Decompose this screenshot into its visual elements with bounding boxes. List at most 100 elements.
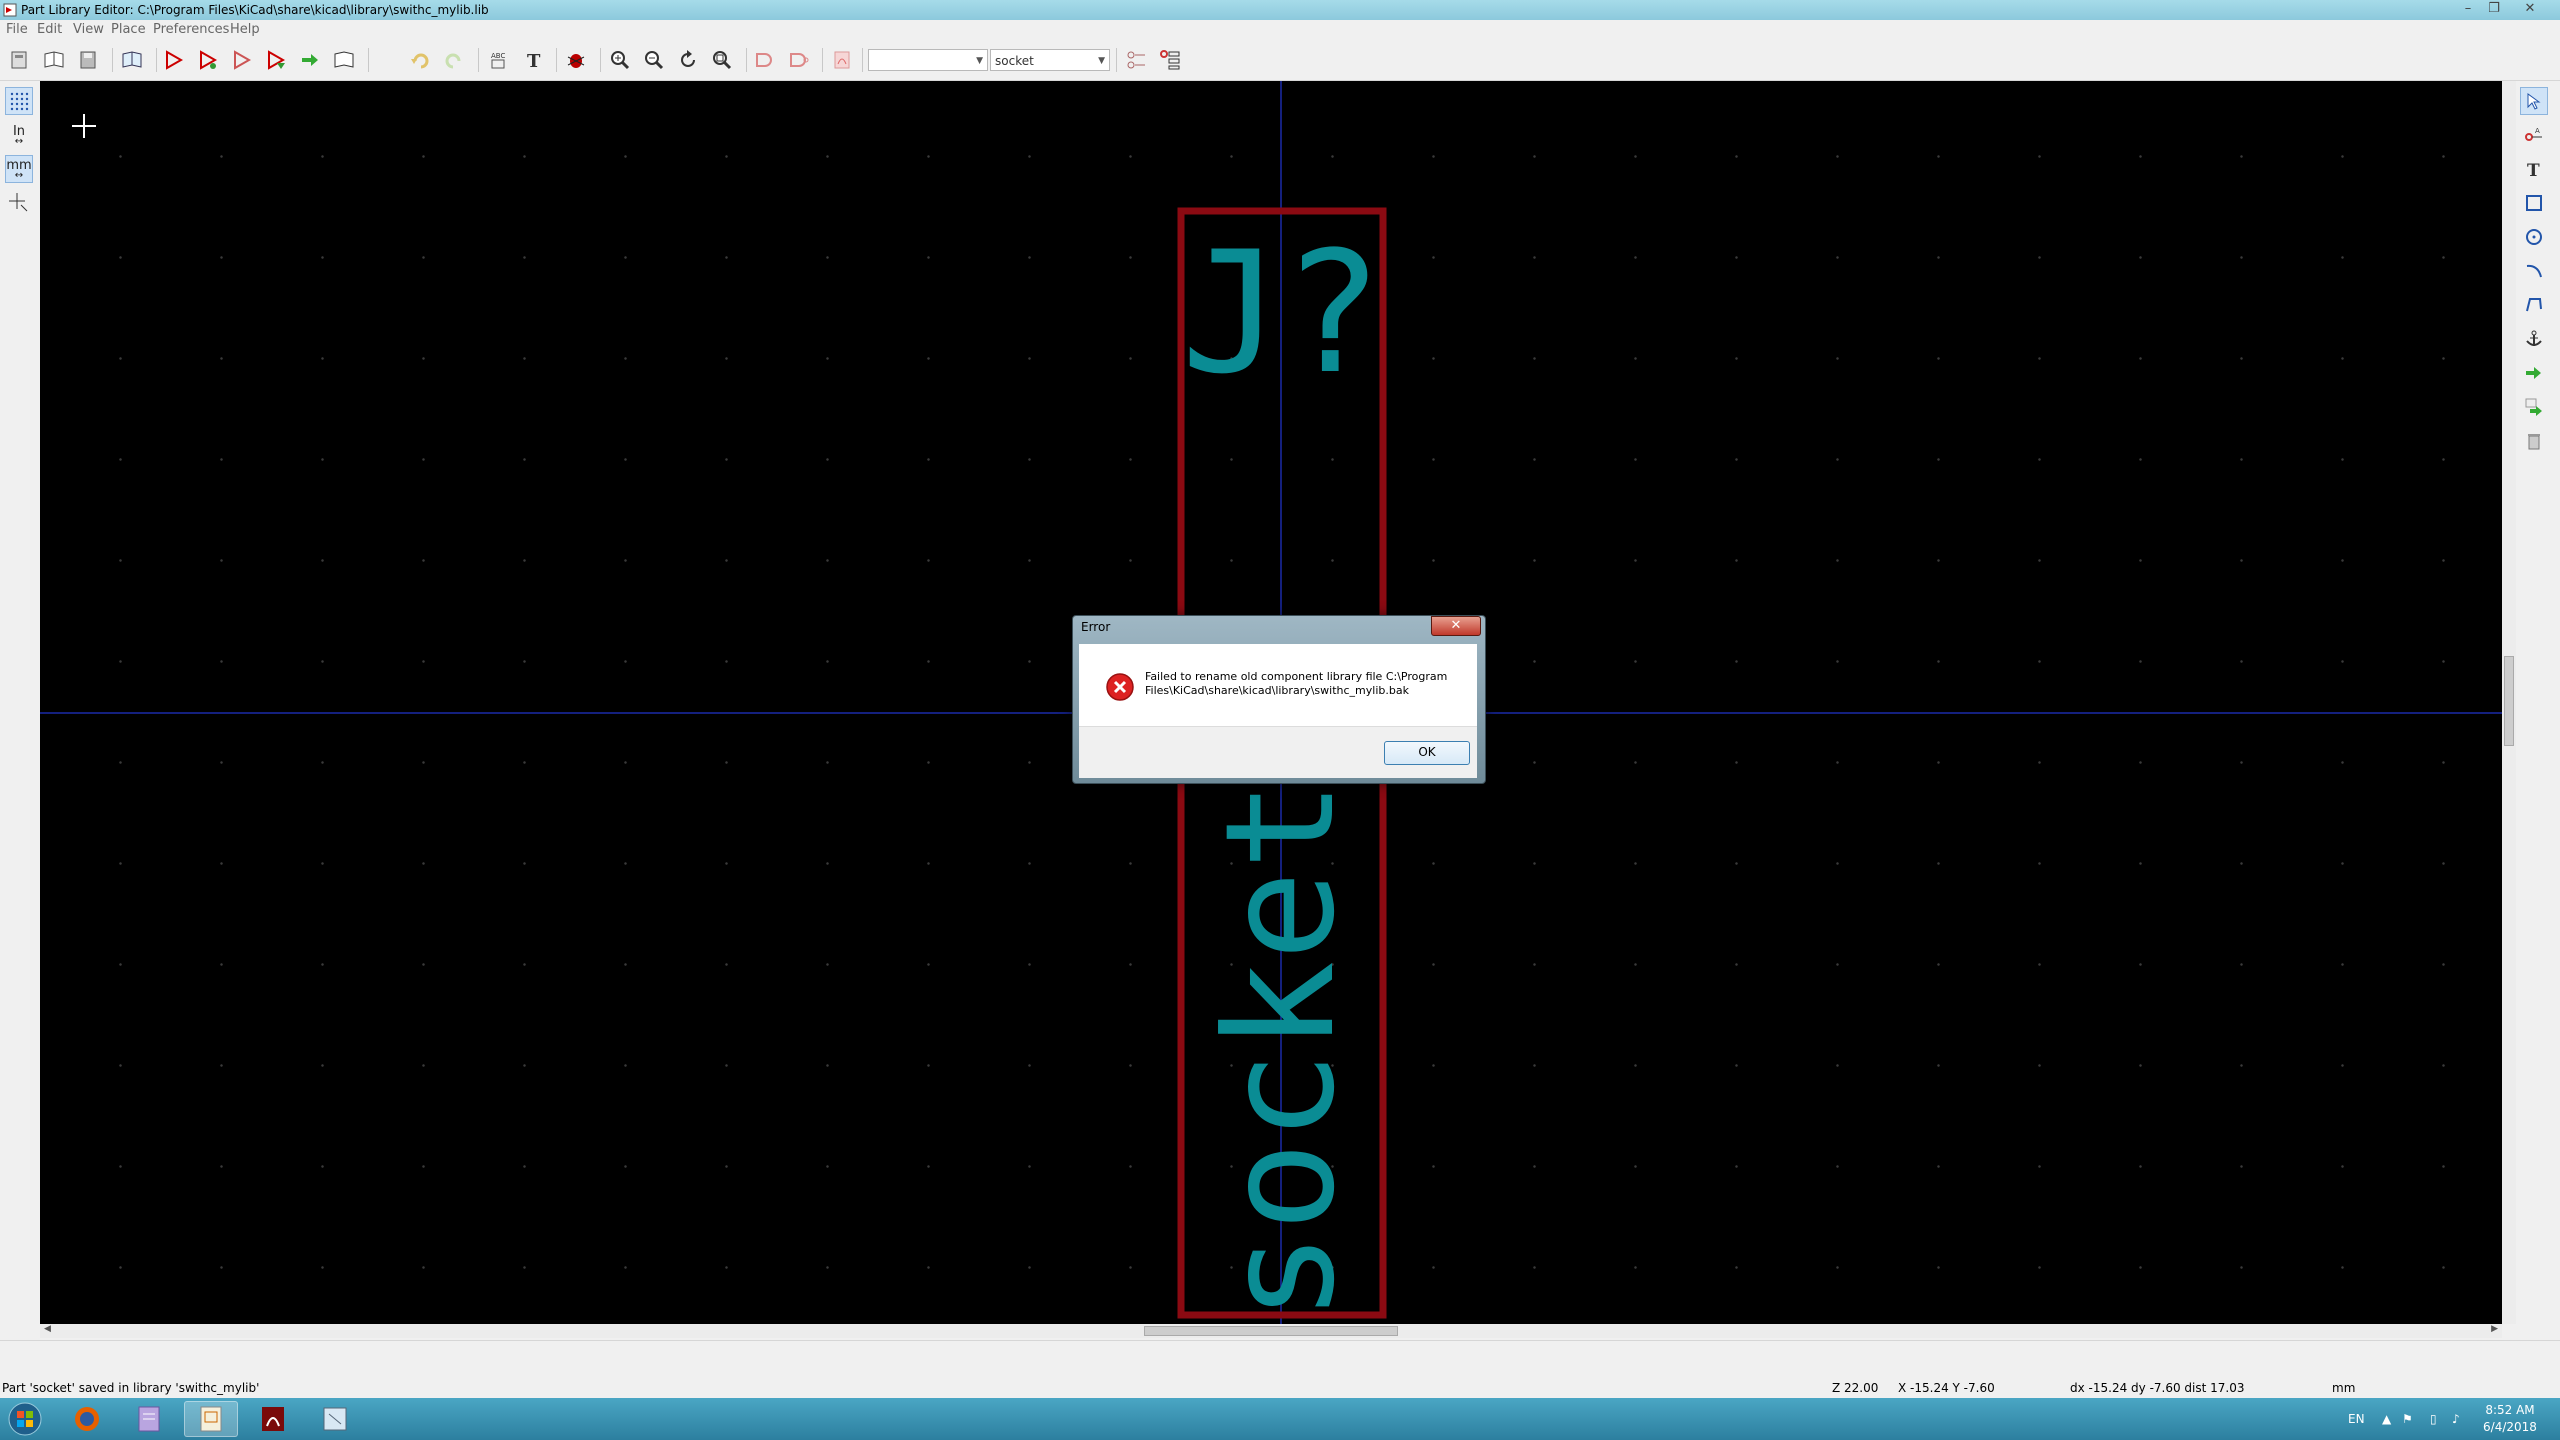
book-icon <box>44 51 64 68</box>
pin-table-button[interactable] <box>1122 46 1150 74</box>
add-arc-button[interactable] <box>2520 257 2548 285</box>
status-xy: X -15.24 Y -7.60 <box>1898 1381 1995 1395</box>
restore-button[interactable]: ❐ <box>2482 0 2506 18</box>
text-icon: T <box>2527 161 2540 179</box>
units-mm-button[interactable]: mm ↔ <box>5 155 33 183</box>
load-component-icon <box>200 50 218 70</box>
part-alias-value: socket <box>995 54 1034 68</box>
import-graphic-button[interactable] <box>2520 359 2548 387</box>
erc-button[interactable] <box>562 46 590 74</box>
menu-place[interactable]: Place <box>111 20 146 40</box>
zoom-in-icon <box>611 51 630 70</box>
export-graphic-button[interactable] <box>2520 393 2548 421</box>
redo-icon <box>445 53 461 69</box>
save-library-button[interactable] <box>74 46 102 74</box>
close-button[interactable]: ✕ <box>2508 0 2552 18</box>
import-arrow-icon <box>2526 367 2541 379</box>
select-tool-button[interactable] <box>2520 87 2548 115</box>
add-rectangle-button[interactable] <box>2520 189 2548 217</box>
dialog-message: Failed to rename old component library f… <box>1145 670 1465 698</box>
action-center-icon[interactable]: ⚑ <box>2402 1398 2413 1440</box>
circle-icon <box>2526 229 2542 245</box>
save-part-button[interactable] <box>296 46 324 74</box>
unit-select[interactable]: ▼ <box>868 49 988 71</box>
start-button[interactable] <box>0 1401 50 1437</box>
deMorgan-normal-button[interactable] <box>750 46 778 74</box>
zoom-in-button[interactable] <box>606 46 634 74</box>
cursor-shape-button[interactable] <box>5 189 33 217</box>
anchor-button[interactable] <box>2520 325 2548 353</box>
grid-toggle-button[interactable] <box>5 87 33 115</box>
zoom-out-button[interactable] <box>640 46 668 74</box>
menu-preferences[interactable]: Preferences <box>153 20 229 40</box>
edit-fields-button[interactable]: ABC <box>486 46 514 74</box>
menu-file[interactable]: File <box>6 20 28 40</box>
view-library-button[interactable] <box>118 46 146 74</box>
language-indicator[interactable]: EN <box>2348 1398 2365 1440</box>
app-icon <box>3 3 17 17</box>
zoom-fit-button[interactable] <box>708 46 736 74</box>
deMorgan-convert-button[interactable] <box>784 46 812 74</box>
zoom-out-icon <box>645 51 664 70</box>
gate-convert-icon <box>790 53 809 67</box>
minimize-button[interactable]: – <box>2456 0 2480 18</box>
add-text-button[interactable]: T <box>2520 155 2548 183</box>
horizontal-scroll-thumb[interactable] <box>1144 1326 1398 1336</box>
menu-edit[interactable]: Edit <box>37 20 62 40</box>
load-part-button[interactable] <box>194 46 222 74</box>
part-alias-select[interactable]: socket ▼ <box>990 49 1110 71</box>
crosshair-cursor-icon <box>72 114 96 138</box>
notepad-icon <box>138 1406 160 1432</box>
arc-icon <box>2526 264 2542 278</box>
dialog-close-button[interactable]: ✕ <box>1431 616 1481 636</box>
undo-button[interactable] <box>406 46 434 74</box>
taskbar-acrobat[interactable] <box>246 1401 300 1437</box>
anchor-icon <box>2526 330 2542 346</box>
scroll-left-arrow[interactable]: ◀ <box>44 1324 51 1334</box>
undo-icon <box>411 53 429 69</box>
taskbar-library-editor[interactable] <box>184 1401 238 1437</box>
taskbar-notepad[interactable] <box>122 1401 176 1437</box>
abc-fields-icon: ABC <box>491 52 505 69</box>
delete-item-button[interactable] <box>2520 427 2548 455</box>
create-library-button[interactable] <box>330 46 358 74</box>
select-library-button[interactable] <box>6 46 34 74</box>
save-icon <box>80 51 96 69</box>
scroll-right-arrow[interactable]: ▶ <box>2491 1324 2498 1334</box>
library-browser-button[interactable] <box>40 46 68 74</box>
windows-taskbar: EN ▲ ⚑ ▯ ♪ 8:52 AM 6/4/2018 <box>0 1398 2560 1440</box>
svg-text:T: T <box>527 51 541 71</box>
network-icon[interactable]: ▯ <box>2430 1398 2437 1440</box>
import-part-button[interactable] <box>228 46 256 74</box>
tray-expand-icon[interactable]: ▲ <box>2382 1398 2391 1440</box>
menu-view[interactable]: View <box>73 20 104 40</box>
new-component-icon <box>166 50 184 70</box>
arrow-save-icon <box>302 54 318 66</box>
dialog-title: Error <box>1081 620 1111 634</box>
error-dialog: Error ✕ Failed to rename old component l… <box>1072 615 1486 784</box>
text-icon: T <box>527 51 541 71</box>
clock[interactable]: 8:52 AM 6/4/2018 <box>2470 1402 2550 1436</box>
add-pin-button[interactable]: A <box>2520 121 2548 149</box>
horizontal-scrollbar[interactable]: ◀ ▶ <box>40 1324 2502 1338</box>
volume-icon[interactable]: ♪ <box>2452 1398 2460 1440</box>
add-circle-button[interactable] <box>2520 223 2548 251</box>
export-part-button[interactable] <box>262 46 290 74</box>
edit-text-button[interactable]: T <box>520 46 548 74</box>
new-part-button[interactable] <box>160 46 188 74</box>
add-polyline-button[interactable] <box>2520 291 2548 319</box>
redo-button[interactable] <box>440 46 468 74</box>
taskbar-firefox[interactable] <box>60 1401 114 1437</box>
vertical-scrollbar[interactable] <box>2502 81 2516 1324</box>
datasheet-button[interactable] <box>828 46 856 74</box>
ok-button[interactable]: OK <box>1384 741 1470 765</box>
redraw-button[interactable] <box>674 46 702 74</box>
menu-help[interactable]: Help <box>230 20 260 40</box>
kicad-icon <box>323 1407 347 1431</box>
vertical-scroll-thumb[interactable] <box>2504 656 2514 746</box>
windows-logo-icon <box>8 1402 42 1436</box>
taskbar-kicad[interactable] <box>308 1401 362 1437</box>
pin-settings-button[interactable] <box>1156 46 1184 74</box>
crosshair-cursor-icon <box>9 193 28 212</box>
units-inch-button[interactable]: In ↔ <box>5 121 33 149</box>
